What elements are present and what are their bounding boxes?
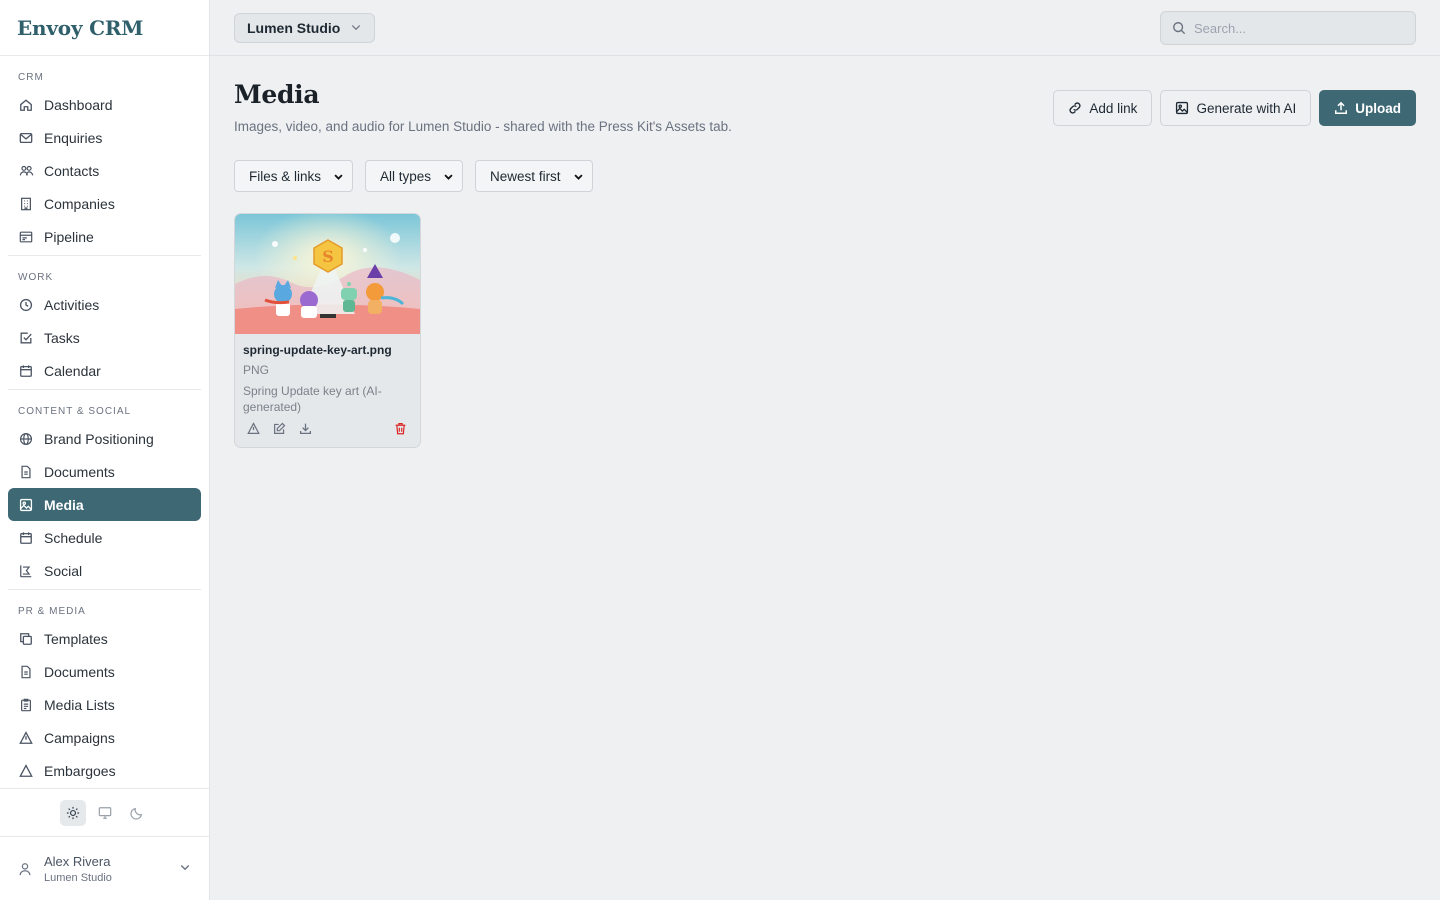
- chevron-down-icon: [179, 860, 191, 878]
- moon-icon: [129, 806, 144, 820]
- image-icon: [18, 497, 34, 513]
- pipeline-icon: [18, 229, 34, 245]
- link-icon: [1068, 101, 1082, 115]
- triangle-icon: [18, 730, 34, 746]
- sidebar-item-companies[interactable]: Companies: [8, 187, 201, 220]
- campaign-icon[interactable]: [247, 422, 261, 436]
- app-logo[interactable]: Envoy CRM: [0, 0, 209, 56]
- user-icon: [18, 861, 34, 877]
- section-label-pr-media: PR & MEDIA: [18, 606, 86, 617]
- media-type: PNG: [243, 363, 270, 377]
- trash-icon[interactable]: [394, 422, 408, 436]
- chevron-down-icon: [350, 20, 362, 36]
- sidebar-item-schedule[interactable]: Schedule: [8, 521, 201, 554]
- sidebar-item-calendar[interactable]: Calendar: [8, 354, 201, 387]
- sidebar-item-documents[interactable]: Documents: [8, 455, 201, 488]
- mail-icon: [18, 130, 34, 146]
- calendar-icon: [18, 530, 34, 546]
- chevron-down-icon: [573, 171, 584, 182]
- sidebar-item-templates[interactable]: Templates: [8, 622, 201, 655]
- page-title: Media: [234, 80, 320, 109]
- user-name: Alex Rivera: [44, 853, 111, 869]
- page-subtitle: Images, video, and audio for Lumen Studi…: [234, 119, 732, 134]
- sidebar-nav: CRM Dashboard Enquiries Contacts Compani…: [0, 56, 209, 787]
- image-icon: [1175, 101, 1189, 115]
- calendar-icon: [18, 363, 34, 379]
- sidebar-item-dashboard[interactable]: Dashboard: [8, 88, 201, 121]
- globe-icon: [18, 431, 34, 447]
- chevron-down-icon: [443, 171, 454, 182]
- add-link-button[interactable]: Add link: [1053, 90, 1153, 126]
- sidebar-item-contacts[interactable]: Contacts: [8, 154, 201, 187]
- sidebar-item-media[interactable]: Media: [8, 488, 201, 521]
- search-icon: [1172, 21, 1186, 35]
- sidebar-item-social[interactable]: Social: [8, 554, 201, 587]
- type-filter-select[interactable]: All types: [365, 160, 464, 192]
- building-icon: [18, 196, 34, 212]
- page-actions: Add link Generate with AI Upload: [1053, 90, 1416, 126]
- search-input[interactable]: [1194, 20, 1394, 36]
- section-label-content-social: CONTENT & SOCIAL: [18, 406, 132, 417]
- workspace-switcher[interactable]: Lumen Studio: [234, 13, 376, 43]
- media-filename: spring-update-key-art.png: [243, 343, 392, 357]
- document-icon: [18, 464, 34, 480]
- top-bar: Lumen Studio: [210, 0, 1440, 56]
- sidebar: Envoy CRM CRM Dashboard Enquiries Contac…: [0, 0, 210, 900]
- media-description: Spring Update key art (AI-generated): [243, 384, 382, 414]
- user-menu[interactable]: Alex Rivera Lumen Studio: [0, 836, 209, 900]
- chevron-down-icon: [333, 171, 344, 182]
- contacts-icon: [18, 163, 34, 179]
- search-box[interactable]: [1160, 11, 1416, 45]
- upload-icon: [1334, 101, 1348, 115]
- section-label-crm: CRM: [18, 72, 44, 83]
- download-icon[interactable]: [299, 422, 313, 436]
- sidebar-item-activities[interactable]: Activities: [8, 288, 201, 321]
- generate-with-ai-button[interactable]: Generate with AI: [1160, 90, 1312, 126]
- checkbox-icon: [18, 330, 34, 346]
- clipboard-icon: [18, 697, 34, 713]
- svg-text:S: S: [322, 247, 334, 266]
- filter-bar: Files & links All types Newest first: [234, 160, 593, 192]
- theme-switcher: [0, 788, 209, 836]
- sidebar-item-media-lists[interactable]: Media Lists: [8, 688, 201, 721]
- user-workspace: Lumen Studio: [44, 871, 112, 884]
- media-card-actions: [247, 422, 313, 436]
- theme-light-button[interactable]: [59, 799, 86, 826]
- document-icon: [18, 664, 34, 680]
- sort-select[interactable]: Newest first: [475, 160, 593, 192]
- source-filter-select[interactable]: Files & links: [234, 160, 354, 192]
- upload-button[interactable]: Upload: [1319, 90, 1416, 126]
- sidebar-item-brand-positioning[interactable]: Brand Positioning: [8, 422, 201, 455]
- share-icon: [18, 563, 34, 579]
- monitor-icon: [98, 806, 112, 820]
- home-icon: [18, 97, 34, 113]
- section-label-work: WORK: [18, 272, 54, 283]
- sidebar-item-campaigns[interactable]: Campaigns: [8, 721, 201, 754]
- sidebar-item-enquiries[interactable]: Enquiries: [8, 121, 201, 154]
- copy-icon: [18, 631, 34, 647]
- theme-system-button[interactable]: [92, 800, 118, 826]
- alert-triangle-icon: [18, 763, 34, 779]
- sidebar-item-pipeline[interactable]: Pipeline: [8, 220, 201, 253]
- user-info: Alex Rivera Lumen Studio: [44, 854, 179, 884]
- clock-icon: [18, 297, 34, 313]
- sidebar-item-tasks[interactable]: Tasks: [8, 321, 201, 354]
- theme-dark-button[interactable]: [124, 800, 150, 826]
- edit-icon[interactable]: [273, 422, 287, 436]
- sun-icon: [66, 806, 80, 820]
- media-card[interactable]: S spring-update-key-art.png PNG Spring U…: [234, 213, 421, 448]
- sidebar-item-pr-documents[interactable]: Documents: [8, 655, 201, 688]
- media-thumbnail[interactable]: S: [235, 214, 420, 334]
- sidebar-item-embargoes[interactable]: Embargoes: [8, 754, 201, 787]
